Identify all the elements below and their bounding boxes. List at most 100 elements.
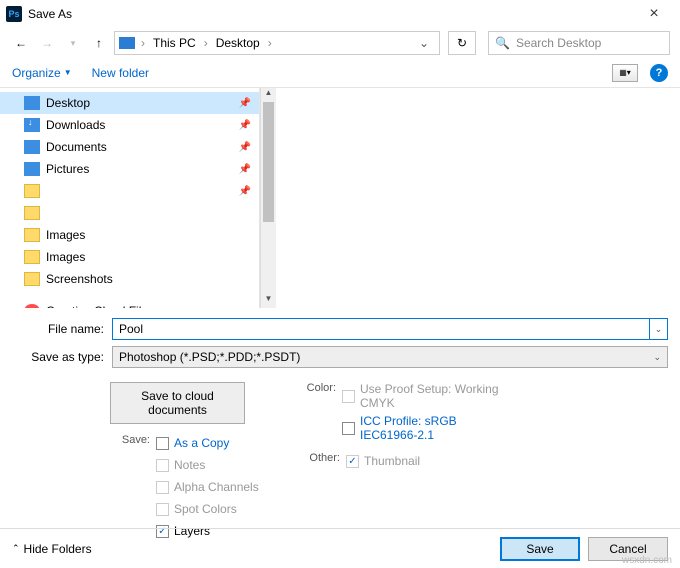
scroll-thumb[interactable]	[263, 102, 274, 222]
search-icon: 🔍	[495, 36, 510, 50]
hide-folders-toggle[interactable]: ⌃ Hide Folders	[12, 542, 92, 556]
tree-item[interactable]: Screenshots	[0, 268, 259, 290]
recent-dropdown[interactable]: ▾	[62, 32, 84, 54]
file-fields: File name: ⌄ Save as type: Photoshop (*.…	[0, 308, 680, 378]
pin-icon: 📌	[239, 164, 251, 175]
chevron-right-icon[interactable]: ›	[202, 36, 210, 50]
chevron-down-icon: ▼	[64, 68, 72, 77]
breadcrumb-this-pc[interactable]: This PC	[149, 34, 200, 52]
main-area: Desktop 📌 Downloads 📌 Documents 📌 Pictur…	[0, 88, 680, 308]
organize-menu[interactable]: Organize ▼	[12, 66, 72, 80]
file-list[interactable]	[276, 88, 680, 308]
icc-profile-label[interactable]: ICC Profile: sRGB IEC61966-2.1	[360, 414, 500, 442]
folder-icon	[24, 250, 40, 264]
tree-item[interactable]	[0, 202, 259, 224]
new-folder-button[interactable]: New folder	[92, 66, 149, 80]
color-label: Color:	[300, 382, 336, 394]
tree-item[interactable]: Pictures 📌	[0, 158, 259, 180]
tree-item-label: Desktop	[46, 96, 90, 110]
proof-setup-label: Use Proof Setup: Working CMYK	[360, 382, 500, 410]
watermark: wsxdn.com	[622, 555, 672, 566]
toolbar: Organize ▼ New folder ▦▾ ?	[0, 58, 680, 88]
photoshop-icon: Ps	[6, 6, 22, 22]
thumbnail-checkbox	[346, 455, 359, 468]
address-dropdown[interactable]: ⌄	[413, 36, 435, 50]
notes-checkbox	[156, 459, 169, 472]
pin-icon: 📌	[239, 98, 251, 109]
title-bar: Ps Save As ×	[0, 0, 680, 28]
icc-profile-checkbox[interactable]	[342, 422, 355, 435]
tree-item-label: Images	[46, 250, 85, 264]
tree-item-label: Creative Cloud Files	[46, 304, 154, 308]
savetype-select[interactable]: Photoshop (*.PSD;*.PDD;*.PSDT) ⌄	[112, 346, 668, 368]
pics-icon	[24, 162, 40, 176]
chevron-down-icon: ⌄	[653, 352, 661, 363]
save-options: Save to cloud documents Save: As a Copy …	[0, 378, 680, 548]
alpha-checkbox	[156, 481, 169, 494]
chevron-right-icon[interactable]: ›	[266, 36, 274, 50]
as-a-copy-checkbox[interactable]	[156, 437, 169, 450]
download-icon	[24, 118, 40, 132]
pc-icon	[119, 37, 135, 49]
address-bar[interactable]: › This PC › Desktop › ⌄	[114, 31, 440, 55]
docs-icon	[24, 140, 40, 154]
folder-icon	[24, 184, 40, 198]
scroll-up-icon[interactable]: ▲	[261, 88, 276, 102]
filename-label: File name:	[12, 322, 112, 336]
tree-scrollbar[interactable]: ▲ ▼	[260, 88, 276, 308]
folder-icon	[24, 206, 40, 220]
hide-folders-label: Hide Folders	[24, 542, 92, 556]
tree-item-label: Images	[46, 228, 85, 242]
navigation-bar: ← → ▾ ↑ › This PC › Desktop › ⌄ ↻ 🔍 Sear…	[0, 28, 680, 58]
proof-setup-checkbox	[342, 390, 355, 403]
tree-item-label: Pictures	[46, 162, 89, 176]
pin-icon: 📌	[239, 186, 251, 197]
notes-label: Notes	[174, 458, 205, 472]
back-button[interactable]: ←	[10, 32, 32, 54]
pin-icon: 📌	[239, 142, 251, 153]
savetype-label: Save as type:	[12, 350, 112, 364]
tree-item[interactable]: Creative Cloud Files	[0, 300, 259, 308]
close-button[interactable]: ×	[634, 5, 674, 23]
up-button[interactable]: ↑	[88, 32, 110, 54]
help-button[interactable]: ?	[650, 64, 668, 82]
tree-item-label: Documents	[46, 140, 107, 154]
as-a-copy-label[interactable]: As a Copy	[174, 436, 229, 450]
scroll-down-icon[interactable]: ▼	[261, 294, 276, 308]
folder-tree[interactable]: Desktop 📌 Downloads 📌 Documents 📌 Pictur…	[0, 88, 260, 308]
tree-item[interactable]: Images	[0, 246, 259, 268]
spot-label: Spot Colors	[174, 502, 237, 516]
folder-icon	[24, 272, 40, 286]
chevron-up-icon: ⌃	[12, 543, 20, 554]
breadcrumb-desktop[interactable]: Desktop	[212, 34, 264, 52]
forward-button[interactable]: →	[36, 32, 58, 54]
pin-icon: 📌	[239, 120, 251, 131]
search-placeholder: Search Desktop	[516, 36, 601, 50]
tree-item[interactable]: Desktop 📌	[0, 92, 259, 114]
search-input[interactable]: 🔍 Search Desktop	[488, 31, 670, 55]
refresh-button[interactable]: ↻	[448, 31, 476, 55]
window-title: Save As	[28, 7, 72, 21]
filename-dropdown[interactable]: ⌄	[650, 318, 668, 340]
dialog-footer: ⌃ Hide Folders Save Cancel	[0, 528, 680, 568]
folder-icon	[24, 228, 40, 242]
tree-item[interactable]: Downloads 📌	[0, 114, 259, 136]
save-label: Save:	[110, 434, 150, 446]
other-label: Other:	[300, 452, 340, 464]
tree-item-label: Downloads	[46, 118, 105, 132]
tree-item[interactable]: Images	[0, 224, 259, 246]
alpha-label: Alpha Channels	[174, 480, 259, 494]
spot-checkbox	[156, 503, 169, 516]
view-options-button[interactable]: ▦▾	[612, 64, 638, 82]
tree-item-label: Screenshots	[46, 272, 113, 286]
filename-input[interactable]	[112, 318, 650, 340]
save-to-cloud-button[interactable]: Save to cloud documents	[110, 382, 245, 424]
desktop-icon	[24, 96, 40, 110]
thumbnail-label: Thumbnail	[364, 454, 420, 468]
savetype-value: Photoshop (*.PSD;*.PDD;*.PSDT)	[119, 350, 300, 364]
tree-item[interactable]: Documents 📌	[0, 136, 259, 158]
chevron-right-icon[interactable]: ›	[139, 36, 147, 50]
save-button[interactable]: Save	[500, 537, 580, 561]
cc-icon	[24, 304, 40, 308]
tree-item[interactable]: 📌	[0, 180, 259, 202]
